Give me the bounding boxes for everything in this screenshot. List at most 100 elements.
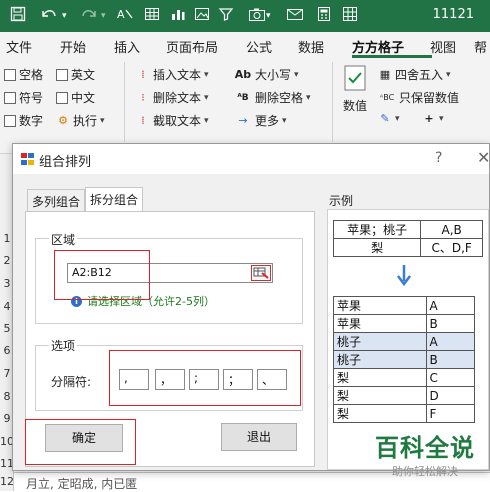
ribbon-panel: 空格 英文 符号 中文 数字 ⚙ 执行 ▾ ⁞ 插入文本 ▾ ⁝ 删除文本 ▾ ⁞ 截取文本 ▾…: [0, 58, 490, 154]
tab-page-layout[interactable]: 页面布局: [166, 37, 218, 56]
tab-formulas[interactable]: 公式: [246, 37, 272, 56]
delete-space-icon: ᴬB: [237, 92, 249, 103]
range-input[interactable]: A2:B12: [67, 263, 273, 283]
checkbox-icon: [4, 114, 16, 127]
chevron-down-icon: ▾: [100, 115, 105, 126]
table-icon[interactable]: [144, 6, 160, 27]
result-cell: 苹果: [333, 314, 427, 333]
keep-number-icon: ᴬBC: [379, 93, 395, 102]
check-chinese[interactable]: 中文: [56, 89, 95, 106]
tab-file[interactable]: 文件: [6, 37, 32, 56]
options-group-title: 选项: [49, 337, 78, 354]
undo-icon[interactable]: [40, 6, 58, 27]
delete-space-button[interactable]: ᴬB 删除空格 ▾: [234, 89, 311, 106]
undo-dropdown-icon[interactable]: ▾: [62, 6, 67, 26]
plus-icon: +: [424, 112, 434, 125]
result-cell: 梨: [333, 386, 427, 405]
result-row: 梨D: [333, 386, 476, 405]
dialog-app-icon: [21, 153, 34, 165]
tab-home[interactable]: 开始: [60, 37, 86, 56]
tab-view[interactable]: 视图: [430, 37, 456, 56]
redo-dropdown-icon[interactable]: ▾: [101, 6, 106, 26]
image-icon[interactable]: [194, 6, 210, 27]
grid-icon[interactable]: [342, 6, 358, 27]
add-button[interactable]: + ▾: [422, 112, 443, 125]
dropdown-icon[interactable]: ▾: [266, 6, 271, 26]
camera-icon[interactable]: [248, 6, 266, 27]
execute-button[interactable]: ⚙ 执行 ▾: [56, 112, 105, 129]
exit-button[interactable]: 退出: [221, 423, 297, 451]
separator-input-5[interactable]: 、: [257, 369, 287, 390]
hint-text: 请选择区域（允许2-5列）: [87, 295, 215, 308]
source-cell: A,B: [420, 220, 483, 239]
checkbox-icon: [56, 91, 68, 104]
filter-icon[interactable]: [218, 6, 234, 27]
result-row: 苹果 A: [333, 296, 476, 315]
tab-data[interactable]: 数据: [298, 37, 324, 56]
chevron-down-icon: ▾: [282, 115, 287, 126]
check-number[interactable]: 数字: [4, 112, 43, 129]
text-format-icon[interactable]: A: [116, 6, 134, 27]
tab-fangfang[interactable]: 方方格子: [352, 37, 404, 56]
keep-number-button[interactable]: ᴬBC 只保留数值: [378, 89, 459, 106]
extract-text-button[interactable]: ⁞ 截取文本 ▾: [136, 112, 209, 129]
combination-dialog: 组合排列 ? ✕ 多列组合 拆分组合 区域 A2:B12 i 请选择区域（允许2…: [12, 143, 490, 471]
watermark-title: 百科全说: [375, 434, 475, 462]
source-cell: C、D,F: [420, 238, 483, 257]
range-picker-icon: [253, 267, 269, 279]
delete-text-button[interactable]: ⁝ 删除文本 ▾: [136, 89, 209, 106]
ribbon-separator: [124, 62, 125, 142]
row-header[interactable]: 12: [0, 475, 14, 488]
arrow-right-icon: →: [238, 114, 248, 127]
chevron-down-icon: ▾: [204, 115, 209, 126]
check-symbol[interactable]: 符号: [4, 89, 43, 106]
calculator-icon[interactable]: [316, 6, 332, 27]
result-row: 苹果 B: [333, 314, 476, 333]
insert-text-button[interactable]: ⁞ 插入文本 ▾: [136, 66, 208, 83]
tab-multi-column-combine[interactable]: 多列组合: [27, 189, 86, 211]
redo-icon[interactable]: [80, 6, 98, 27]
tab-insert[interactable]: 插入: [114, 37, 140, 56]
chevron-down-icon: ▾: [204, 92, 209, 103]
info-icon: i: [71, 295, 82, 307]
mail-icon[interactable]: [286, 6, 304, 27]
case-icon: Ab: [234, 68, 252, 81]
chevron-down-icon: ▾: [306, 92, 311, 103]
insert-text-icon: ⁞: [141, 68, 145, 81]
number-button[interactable]: 数值: [342, 64, 368, 114]
check-english[interactable]: 英文: [56, 66, 95, 83]
range-picker-button[interactable]: [251, 265, 271, 281]
separator-input-2[interactable]: ，: [155, 369, 185, 390]
tab-split-combine[interactable]: 拆分组合: [85, 187, 144, 212]
close-icon[interactable]: ✕: [477, 148, 490, 167]
ok-button[interactable]: 确定: [45, 424, 123, 452]
excel-title-bar: ▾ ▾ A ▾ 11121: [0, 0, 490, 32]
edit-button[interactable]: ✎ ▾: [378, 112, 399, 125]
result-cell: B: [425, 314, 476, 333]
result-row: 梨C: [333, 368, 476, 387]
separator-input-3[interactable]: ;: [189, 369, 219, 390]
chart-icon[interactable]: [170, 6, 186, 27]
dialog-title: 组合排列: [39, 155, 92, 170]
svg-text:A: A: [117, 8, 125, 21]
round-icon: ▦: [379, 68, 391, 81]
dialog-title-bar[interactable]: 组合排列 ? ✕: [13, 144, 490, 174]
chevron-down-icon: ▾: [294, 69, 299, 80]
round-button[interactable]: ▦ 四舍五入 ▾: [378, 66, 451, 83]
result-cell: 梨: [333, 368, 427, 387]
check-space[interactable]: 空格: [4, 66, 43, 83]
result-cell: C: [425, 368, 476, 387]
source-cell: 苹果；桃子: [332, 220, 422, 239]
more-button[interactable]: → 更多 ▾: [234, 112, 287, 129]
separator-input-1[interactable]: ,: [119, 369, 149, 390]
case-button[interactable]: Ab 大小写 ▾: [234, 66, 299, 83]
example-result-table: 苹果 A 苹果 B 桃子 A 桃子 B 梨 C 梨 D 梨 F: [333, 296, 476, 423]
save-icon[interactable]: [10, 6, 26, 27]
arrow-down-icon: [397, 264, 411, 291]
tab-help[interactable]: 帮: [474, 37, 487, 56]
separator-input-4[interactable]: ；: [223, 369, 253, 390]
result-cell: D: [425, 386, 476, 405]
result-cell: 梨: [333, 404, 427, 423]
help-icon[interactable]: ?: [435, 150, 442, 166]
result-cell: 苹果: [333, 296, 427, 315]
